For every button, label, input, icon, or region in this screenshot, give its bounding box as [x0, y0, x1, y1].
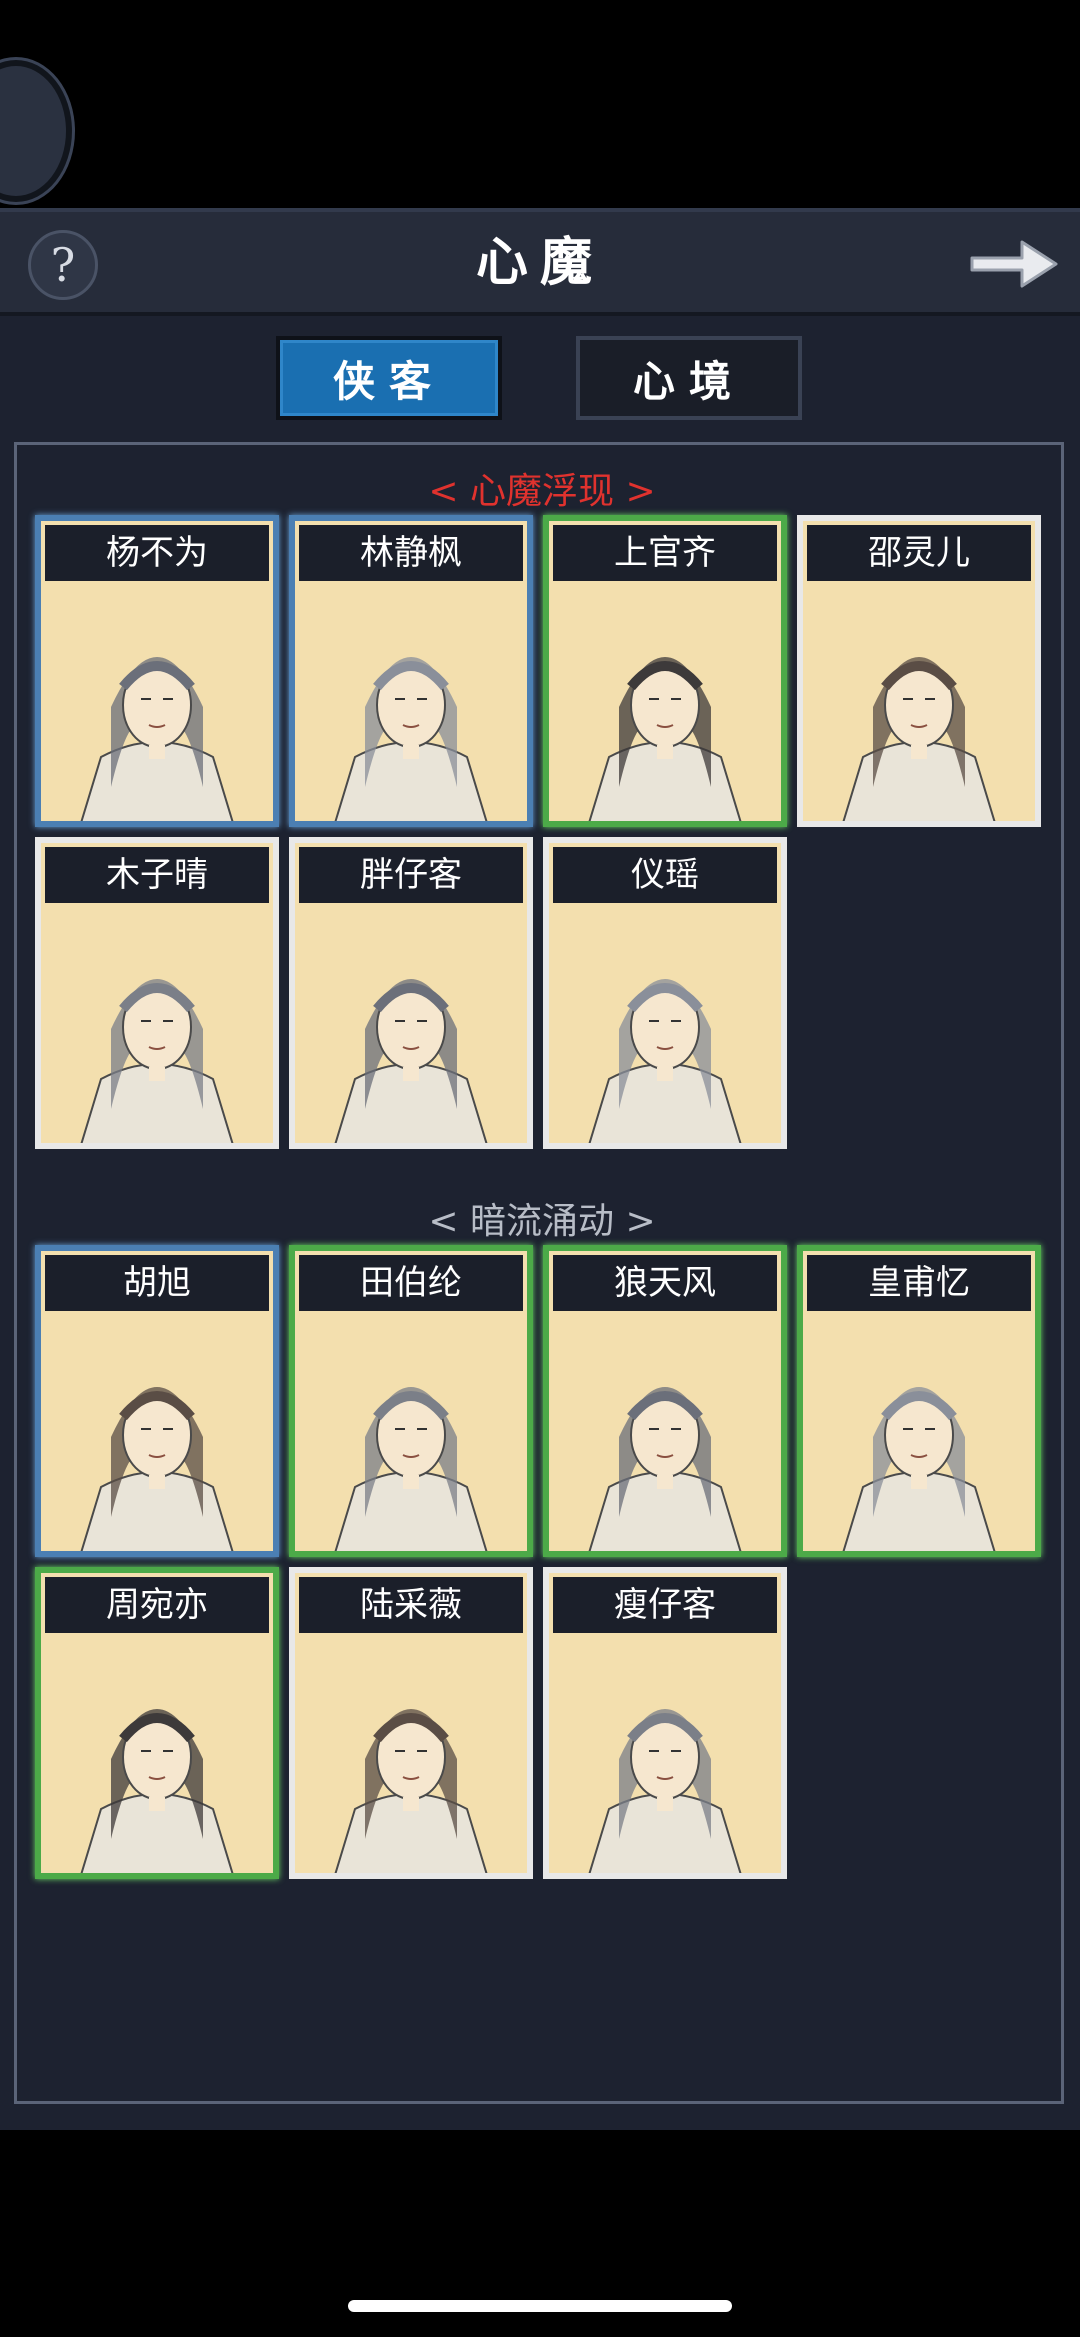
character-portrait [41, 587, 273, 821]
player-avatar[interactable] [0, 60, 72, 202]
header-bar: ? 心魔 [0, 208, 1080, 316]
character-name: 林静枫 [299, 525, 523, 581]
character-card[interactable]: 上官齐 [543, 515, 787, 827]
character-name: 田伯纶 [299, 1255, 523, 1311]
character-name: 陆采薇 [299, 1577, 523, 1633]
character-portrait [549, 1317, 781, 1551]
inner-demon-screen: ? 心魔 侠客 心境 < 心魔浮现 > 杨不为 林静枫 上官齐 邵灵儿木子晴 胖仔客 仪瑶… [0, 208, 1080, 2130]
character-name: 胡旭 [45, 1255, 269, 1311]
character-name: 胖仔客 [299, 847, 523, 903]
character-portrait [295, 1639, 527, 1873]
portrait-frame [295, 1639, 527, 1873]
portrait-frame [549, 587, 781, 821]
portrait-frame [549, 909, 781, 1143]
character-card[interactable]: 胖仔客 [289, 837, 533, 1149]
character-card[interactable]: 田伯纶 [289, 1245, 533, 1557]
character-name: 皇甫忆 [807, 1255, 1031, 1311]
character-card[interactable]: 邵灵儿 [797, 515, 1041, 827]
character-name: 上官齐 [553, 525, 777, 581]
portrait-frame [295, 1317, 527, 1551]
character-name: 周宛亦 [45, 1577, 269, 1633]
character-portrait [549, 1639, 781, 1873]
section-title-emerging: < 心魔浮现 > [428, 471, 656, 512]
character-portrait [295, 1317, 527, 1551]
character-card[interactable]: 杨不为 [35, 515, 279, 827]
portrait-frame [41, 587, 273, 821]
portrait-frame [803, 587, 1035, 821]
character-portrait [803, 587, 1035, 821]
character-card[interactable]: 胡旭 [35, 1245, 279, 1557]
character-card[interactable]: 瘦仔客 [543, 1567, 787, 1879]
portrait-frame [803, 1317, 1035, 1551]
character-portrait [41, 1639, 273, 1873]
character-card[interactable]: 仪瑶 [543, 837, 787, 1149]
tab-bar: 侠客 心境 [0, 336, 1080, 428]
help-button[interactable]: ? [28, 230, 98, 300]
character-card[interactable]: 狼天风 [543, 1245, 787, 1557]
portrait-frame [41, 1317, 273, 1551]
character-name: 杨不为 [45, 525, 269, 581]
character-name: 狼天风 [553, 1255, 777, 1311]
character-card[interactable]: 陆采薇 [289, 1567, 533, 1879]
character-portrait [549, 909, 781, 1143]
portrait-frame [549, 1639, 781, 1873]
character-card[interactable]: 周宛亦 [35, 1567, 279, 1879]
section-title-undercurrent: < 暗流涌动 > [428, 1201, 656, 1242]
character-card[interactable]: 林静枫 [289, 515, 533, 827]
character-portrait [803, 1317, 1035, 1551]
character-portrait [41, 1317, 273, 1551]
character-name: 木子晴 [45, 847, 269, 903]
character-name: 邵灵儿 [807, 525, 1031, 581]
tab-heroes[interactable]: 侠客 [276, 336, 502, 420]
portrait-frame [549, 1317, 781, 1551]
character-name: 仪瑶 [553, 847, 777, 903]
character-card[interactable]: 木子晴 [35, 837, 279, 1149]
portrait-frame [295, 587, 527, 821]
page-title: 心魔 [475, 232, 604, 293]
next-button[interactable] [966, 234, 1062, 294]
character-name: 瘦仔客 [553, 1577, 777, 1633]
portrait-frame [41, 909, 273, 1143]
character-panel: < 心魔浮现 > 杨不为 林静枫 上官齐 邵灵儿木子晴 胖仔客 仪瑶 < 暗流涌动 > 胡… [14, 442, 1064, 2104]
portrait-frame [41, 1639, 273, 1873]
arrow-right-icon [970, 240, 1058, 288]
character-card[interactable]: 皇甫忆 [797, 1245, 1041, 1557]
tab-mindset[interactable]: 心境 [576, 336, 802, 420]
character-portrait [549, 587, 781, 821]
character-portrait [41, 909, 273, 1143]
character-portrait [295, 587, 527, 821]
portrait-frame [295, 909, 527, 1143]
home-indicator[interactable] [348, 2300, 732, 2312]
character-portrait [295, 909, 527, 1143]
